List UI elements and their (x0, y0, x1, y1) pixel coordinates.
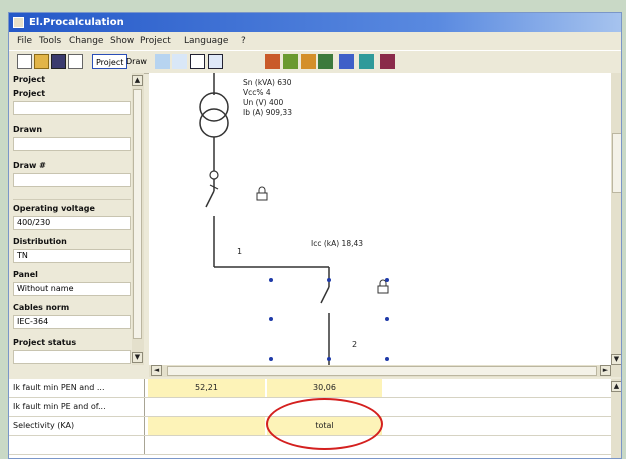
lock-icon[interactable] (256, 186, 268, 201)
table-cell[interactable]: 30,06 (267, 379, 382, 397)
menu-tools[interactable]: Tools (39, 33, 61, 49)
row-label-ik-pen: Ik fault min PEN and ... (11, 379, 145, 397)
menu-bar: File Tools Change Show Project Language … (9, 33, 621, 49)
row-label-empty (11, 436, 145, 454)
transformer-un: Un (V) 400 (243, 98, 284, 107)
pen-light-icon[interactable] (172, 54, 187, 69)
panel-scrollbar[interactable]: ▲ ▼ (132, 73, 144, 365)
scroll-down-icon[interactable]: ▼ (132, 352, 143, 363)
title-bar: El.Procalculation (9, 13, 621, 32)
highlight-annotation-oval (266, 398, 383, 450)
panel-scroll-thumb[interactable] (133, 89, 142, 339)
row-label-selectivity: Selectivity (KA) (11, 417, 145, 435)
field-label-distribution: Distribution (13, 237, 67, 246)
cursor-icon[interactable] (208, 54, 223, 69)
panel-name-field[interactable]: Without name (13, 282, 131, 296)
panel-header: Project (13, 75, 46, 84)
field-label-drawn: Drawn (13, 125, 43, 134)
scroll-up-icon[interactable]: ▲ (132, 75, 143, 86)
new-file-icon[interactable] (17, 54, 32, 69)
single-line-diagram: Sn (kVA) 630 Vcc% 4 Un (V) 400 Ib (A) 90… (199, 73, 389, 365)
load-icon[interactable] (318, 54, 333, 69)
distribution-field[interactable]: TN (13, 249, 131, 263)
calculate-icon[interactable] (359, 54, 374, 69)
transformer-ib: Ib (A) 909,33 (243, 108, 292, 117)
canvas-hscroll-thumb[interactable] (167, 366, 597, 376)
field-label-project-status: Project status (13, 338, 77, 347)
screenshot-frame: El.Procalculation File Tools Change Show… (0, 0, 626, 459)
transformer-sn: Sn (kVA) 630 (243, 78, 292, 87)
transformer-vcc: Vcc% 4 (243, 88, 271, 97)
field-label-panel: Panel (13, 270, 38, 279)
project-panel: Project Project Drawn Draw # Operating v… (9, 73, 139, 365)
row-label-ik-pe: Ik fault min PE and of... (11, 398, 145, 416)
menu-file[interactable]: File (17, 33, 32, 49)
operating-voltage-field[interactable]: 400/230 (13, 216, 131, 230)
menu-change[interactable]: Change (69, 33, 103, 49)
menu-help[interactable]: ? (241, 33, 246, 49)
app-icon (13, 17, 24, 28)
line-number-2: 2 (352, 340, 357, 349)
pen-blue-icon[interactable] (155, 54, 170, 69)
project-field[interactable] (13, 101, 131, 115)
feeder-breaker-symbol[interactable] (320, 267, 330, 365)
scroll-right-icon[interactable]: ► (600, 365, 611, 376)
menu-project[interactable]: Project (140, 33, 171, 49)
canvas-vscroll-thumb[interactable] (612, 133, 621, 193)
cables-norm-field[interactable]: IEC-364 (13, 315, 131, 329)
connect-icon[interactable] (339, 54, 354, 69)
table-row: Ik fault min PEN and ... 52,21 30,06 (9, 379, 621, 398)
draw-mode-button[interactable]: Draw (123, 54, 150, 69)
toolbar: Project Draw (9, 50, 621, 74)
window-title: El.Procalculation (29, 17, 124, 28)
fuse-icon[interactable] (301, 54, 316, 69)
save-icon[interactable] (51, 54, 66, 69)
main-breaker-symbol[interactable] (205, 190, 215, 267)
open-folder-icon[interactable] (34, 54, 49, 69)
scroll-up-icon[interactable]: ▲ (611, 381, 621, 392)
project-status-field[interactable] (13, 350, 131, 364)
grid-scrollbar[interactable]: ▲ (611, 379, 621, 458)
breaker-icon[interactable] (283, 54, 298, 69)
line-number-1: 1 (237, 247, 242, 256)
table-cell[interactable] (148, 398, 265, 416)
field-label-cables-norm: Cables norm (13, 303, 70, 312)
menu-language[interactable]: Language (184, 33, 228, 49)
scroll-down-icon[interactable]: ▼ (611, 354, 621, 365)
select-icon[interactable] (190, 54, 205, 69)
drawn-field[interactable] (13, 137, 131, 151)
lock-icon[interactable] (377, 279, 389, 294)
panel-divider (13, 199, 131, 200)
menu-show[interactable]: Show (110, 33, 134, 49)
table-cell[interactable] (148, 417, 265, 435)
report-icon[interactable] (380, 54, 395, 69)
canvas-vertical-scrollbar[interactable]: ▼ (611, 73, 621, 377)
print-preview-icon[interactable] (68, 54, 83, 69)
app-window: El.Procalculation File Tools Change Show… (8, 12, 622, 459)
field-label-project: Project (13, 89, 46, 98)
table-cell[interactable]: 52,21 (148, 379, 265, 397)
pointer-icon[interactable] (242, 54, 257, 69)
transformer-symbol[interactable] (199, 73, 229, 191)
field-label-draw-number: Draw # (13, 161, 46, 170)
scroll-left-icon[interactable]: ◄ (151, 365, 162, 376)
draw-number-field[interactable] (13, 173, 131, 187)
cable-icon[interactable] (265, 54, 280, 69)
icc-label: Icc (kA) 18,43 (311, 239, 363, 248)
field-label-operating-voltage: Operating voltage (13, 204, 95, 213)
canvas-horizontal-scrollbar[interactable]: ◄ ► (149, 365, 621, 377)
diagram-canvas[interactable]: Sn (kVA) 630 Vcc% 4 Un (V) 400 Ib (A) 90… (149, 73, 621, 365)
step-icon[interactable] (225, 54, 240, 69)
